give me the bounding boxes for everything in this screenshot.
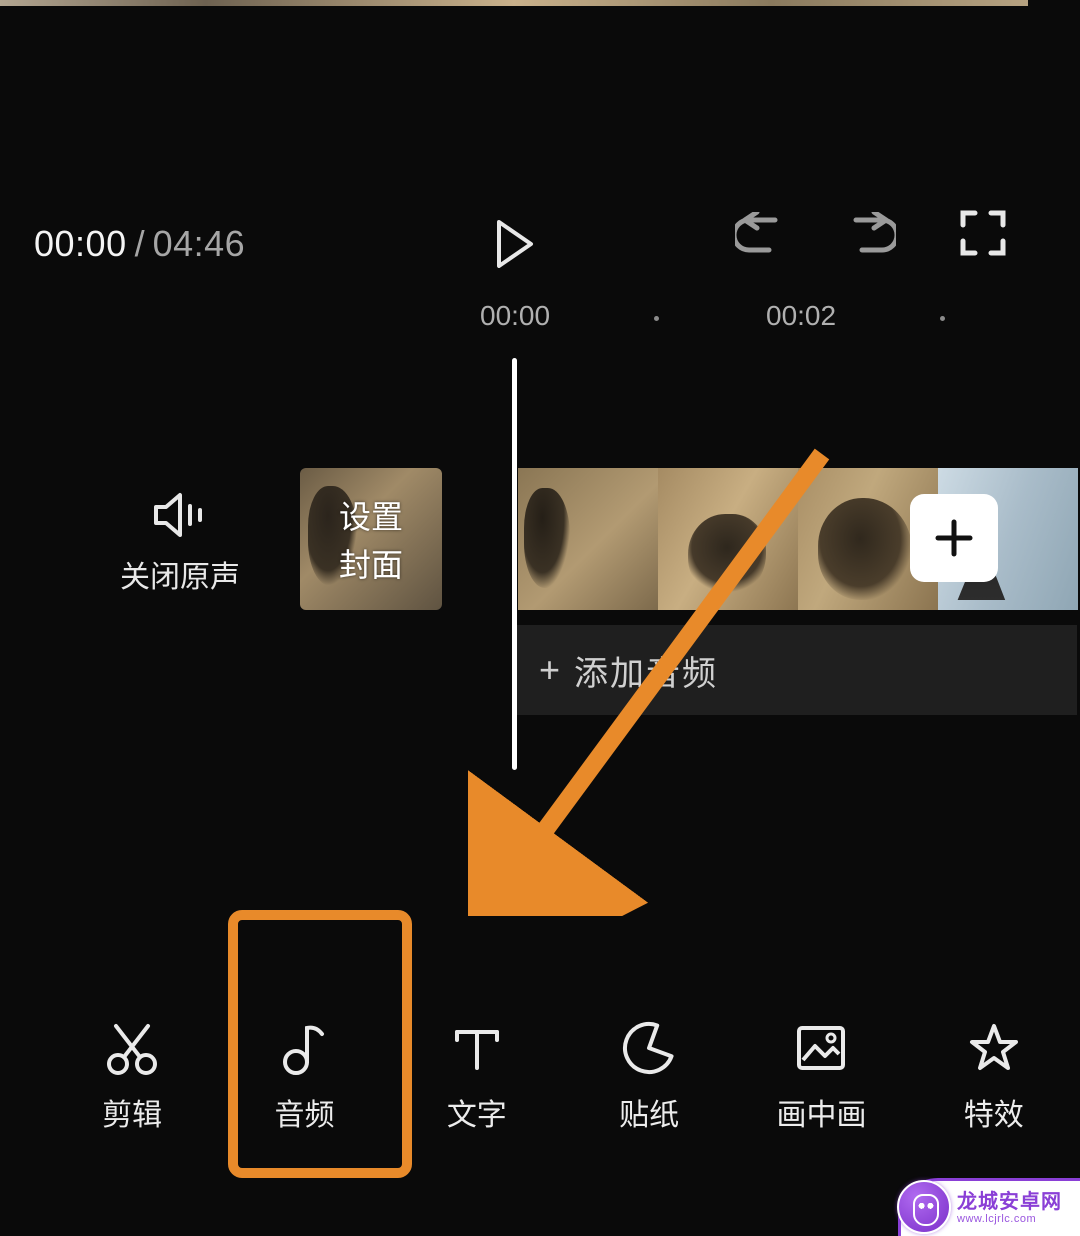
cover-label-line1: 设置 <box>339 492 403 538</box>
ruler-mark: 00:02 <box>766 300 836 332</box>
time-total: 04:46 <box>153 223 246 265</box>
plus-icon <box>934 518 974 558</box>
tool-sticker[interactable]: 贴纸 <box>563 1006 735 1134</box>
speaker-icon <box>152 492 208 538</box>
tool-edit[interactable]: 剪辑 <box>46 1006 218 1134</box>
tool-label: 音频 <box>274 1090 334 1134</box>
undo-icon[interactable] <box>735 212 783 256</box>
music-note-icon <box>276 1020 332 1076</box>
time-separator: / <box>135 223 145 265</box>
scissors-icon <box>104 1020 160 1076</box>
tool-label: 画中画 <box>776 1090 866 1134</box>
plus-icon: + <box>539 652 560 688</box>
time-current: 00:00 <box>34 223 127 265</box>
tool-effects[interactable]: 特效 <box>908 1006 1080 1134</box>
tool-audio[interactable]: 音频 <box>218 1006 390 1134</box>
playhead[interactable] <box>512 358 517 770</box>
cover-label-line2: 封面 <box>339 540 403 586</box>
tool-pip[interactable]: 画中画 <box>735 1006 907 1134</box>
ruler-tick <box>940 316 945 321</box>
redo-icon[interactable] <box>848 212 896 256</box>
add-clip-button[interactable] <box>910 494 998 582</box>
add-audio-label: 添加音频 <box>574 646 718 695</box>
tool-text[interactable]: 文字 <box>391 1006 563 1134</box>
tool-label: 特效 <box>964 1090 1024 1134</box>
add-audio-button[interactable]: + 添加音频 <box>517 625 1077 715</box>
tool-label: 文字 <box>447 1090 507 1134</box>
clip-frame[interactable] <box>518 468 658 610</box>
picture-in-picture-icon <box>793 1020 849 1076</box>
ruler-mark: 00:00 <box>480 300 550 332</box>
tool-label: 贴纸 <box>619 1090 679 1134</box>
text-icon <box>449 1020 505 1076</box>
sticker-icon <box>621 1020 677 1076</box>
watermark-mascot-icon <box>897 1180 951 1234</box>
timeline-ruler[interactable]: 00:00 00:02 <box>0 300 1028 340</box>
star-icon <box>966 1020 1022 1076</box>
mute-original-label: 关闭原声 <box>120 552 240 596</box>
fullscreen-icon[interactable] <box>960 210 1006 256</box>
watermark-url: www.lcjrlc.com <box>957 1213 1062 1225</box>
mute-original-button[interactable]: 关闭原声 <box>120 492 240 596</box>
clip-frame[interactable] <box>658 468 798 610</box>
play-icon[interactable] <box>495 220 535 268</box>
watermark: 龙城安卓网 www.lcjrlc.com <box>898 1136 1080 1236</box>
set-cover-button[interactable]: 设置 封面 <box>300 468 442 610</box>
video-preview-sliver <box>0 0 1028 6</box>
playback-controls: 00:00 / 04:46 <box>0 200 1028 288</box>
watermark-title: 龙城安卓网 <box>957 1191 1062 1213</box>
ruler-tick <box>654 316 659 321</box>
tool-label: 剪辑 <box>102 1090 162 1134</box>
